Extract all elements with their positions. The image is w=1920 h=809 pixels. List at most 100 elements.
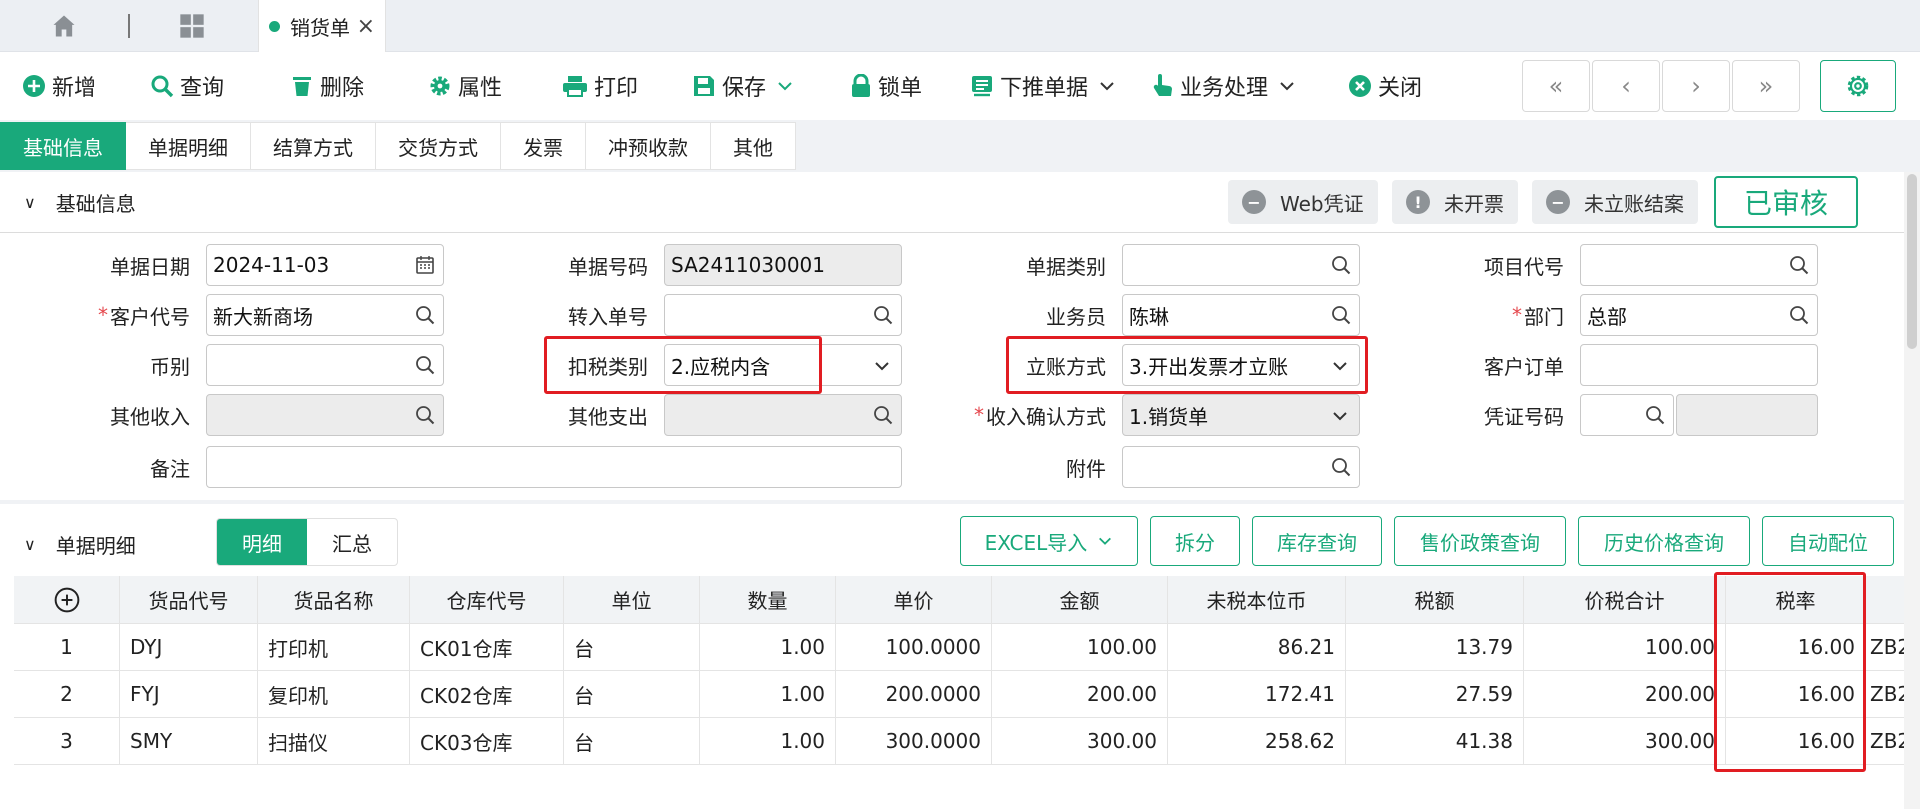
column-header[interactable]: 单价 (836, 576, 992, 623)
tab-invoice[interactable]: 发票 (501, 122, 586, 170)
account-method-highlight (1006, 336, 1368, 394)
search-icon[interactable] (1645, 405, 1665, 425)
search-icon[interactable] (873, 305, 893, 325)
tab-other[interactable]: 其他 (711, 122, 796, 170)
chevron-down-icon[interactable] (1278, 77, 1296, 95)
search-icon[interactable] (415, 405, 435, 425)
column-header[interactable]: 单位 (564, 576, 700, 623)
detail-view-button[interactable]: 明细 (217, 519, 307, 565)
column-header[interactable]: 税额 (1346, 576, 1524, 623)
search-icon[interactable] (1789, 255, 1809, 275)
table-row[interactable]: 2 FYJ 复印机 CK02仓库 台 1.00 200.0000 200.00 … (14, 671, 1904, 718)
voucher-no-field[interactable] (1580, 394, 1674, 436)
other-income-field[interactable] (206, 394, 444, 436)
attachment-field[interactable] (1122, 446, 1360, 488)
currency-field[interactable] (206, 344, 444, 386)
scrollbar-thumb[interactable] (1907, 174, 1917, 349)
split-button[interactable]: 拆分 (1150, 516, 1240, 566)
search-icon[interactable] (415, 355, 435, 375)
view-toggle: 明细 汇总 (216, 518, 398, 566)
search-icon[interactable] (1331, 457, 1351, 477)
top-tab-bar: 销货单 × (0, 0, 1920, 52)
chevron-down-icon[interactable] (1331, 407, 1349, 425)
push-down-button[interactable]: 下推单据 (970, 66, 1122, 106)
column-header[interactable]: 货品代号 (120, 576, 258, 623)
prev-record-button[interactable]: ‹ (1592, 60, 1660, 112)
tab-sales-order[interactable]: 销货单 × (258, 0, 386, 52)
search-icon[interactable] (1331, 255, 1351, 275)
stock-query-button[interactable]: 库存查询 (1252, 516, 1382, 566)
excel-import-button[interactable]: EXCEL导入 (960, 516, 1138, 566)
properties-button[interactable]: 属性 (428, 66, 502, 106)
vertical-scrollbar[interactable] (1904, 172, 1920, 809)
doc-type-field[interactable] (1122, 244, 1360, 286)
home-icon[interactable] (50, 12, 78, 40)
search-icon[interactable] (1331, 305, 1351, 325)
add-row-button[interactable] (14, 576, 120, 623)
first-record-button[interactable]: « (1522, 60, 1590, 112)
project-code-label: 项目代号 (1484, 254, 1564, 279)
price-history-query-button[interactable]: 历史价格查询 (1578, 516, 1750, 566)
next-record-button[interactable]: › (1662, 60, 1730, 112)
detail-header[interactable]: ∨ 单据明细 (24, 530, 136, 559)
save-button[interactable]: 保存 (692, 66, 800, 106)
table-row[interactable]: 1 DYJ 打印机 CK01仓库 台 1.00 100.0000 100.00 … (14, 624, 1904, 671)
customer-order-label: 客户订单 (1484, 354, 1564, 379)
account-status-badge[interactable]: − 未立账结案 (1532, 180, 1698, 224)
salesperson-label: 业务员 (1046, 304, 1106, 329)
basic-info-header[interactable]: ∨ 基础信息 (24, 188, 136, 217)
salesperson-field[interactable]: 陈琳 (1122, 294, 1360, 336)
summary-view-button[interactable]: 汇总 (307, 519, 397, 565)
chevron-down-icon[interactable] (776, 77, 794, 95)
customer-order-field[interactable] (1580, 344, 1818, 386)
settings-button[interactable] (1820, 60, 1896, 112)
search-icon[interactable] (1789, 305, 1809, 325)
delete-button[interactable]: 删除 (290, 66, 364, 106)
voucher-no-extra-field[interactable] (1676, 394, 1818, 436)
new-button[interactable]: 新增 (22, 66, 96, 106)
chevron-down-icon[interactable] (1098, 77, 1116, 95)
remark-field[interactable] (206, 446, 902, 488)
column-header[interactable]: 价税合计 (1524, 576, 1726, 623)
column-header-overflow[interactable] (1866, 576, 1904, 623)
search-icon[interactable] (415, 305, 435, 325)
column-header[interactable]: 数量 (700, 576, 836, 623)
tab-label: 销货单 (290, 15, 350, 40)
other-expense-field[interactable] (664, 394, 902, 436)
close-button[interactable]: 关闭 (1348, 66, 1422, 106)
doc-date-field[interactable]: 2024-11-03 (206, 244, 444, 286)
auto-allocate-button[interactable]: 自动配位 (1762, 516, 1894, 566)
transfer-no-field[interactable] (664, 294, 902, 336)
column-header[interactable]: 货品名称 (258, 576, 410, 623)
close-tab-icon[interactable]: × (357, 14, 375, 39)
print-button[interactable]: 打印 (562, 66, 638, 106)
query-button[interactable]: 查询 (150, 66, 224, 106)
business-process-button[interactable]: 业务处理 (1152, 66, 1302, 106)
apps-grid-icon[interactable] (178, 12, 206, 40)
column-header[interactable]: 未税本位币 (1168, 576, 1346, 623)
doc-no-field[interactable]: SA2411030001 (664, 244, 902, 286)
income-method-select[interactable]: 1.销货单 (1122, 394, 1360, 436)
doc-no-label: 单据号码 (568, 254, 648, 279)
price-policy-query-button[interactable]: 售价政策查询 (1394, 516, 1566, 566)
other-expense-label: 其他支出 (568, 404, 648, 429)
tab-settlement[interactable]: 结算方式 (251, 122, 376, 170)
tab-doc-detail[interactable]: 单据明细 (126, 122, 251, 170)
calendar-icon[interactable] (415, 255, 435, 275)
table-row[interactable]: 3 SMY 扫描仪 CK03仓库 台 1.00 300.0000 300.00 … (14, 718, 1904, 765)
tab-prepayment[interactable]: 冲预收款 (586, 122, 711, 170)
chevron-down-icon[interactable] (873, 357, 891, 375)
web-voucher-badge[interactable]: − Web凭证 (1228, 180, 1378, 224)
tax-rate-highlight (1714, 572, 1866, 772)
lock-button[interactable]: 锁单 (850, 66, 922, 106)
column-header[interactable]: 仓库代号 (410, 576, 564, 623)
invoice-status-badge[interactable]: ! 未开票 (1392, 180, 1518, 224)
tab-basic-info[interactable]: 基础信息 (0, 122, 126, 170)
customer-code-field[interactable]: 新大新商场 (206, 294, 444, 336)
tab-delivery[interactable]: 交货方式 (376, 122, 501, 170)
project-code-field[interactable] (1580, 244, 1818, 286)
last-record-button[interactable]: » (1732, 60, 1800, 112)
search-icon[interactable] (873, 405, 893, 425)
department-field[interactable]: 总部 (1580, 294, 1818, 336)
column-header[interactable]: 金额 (992, 576, 1168, 623)
